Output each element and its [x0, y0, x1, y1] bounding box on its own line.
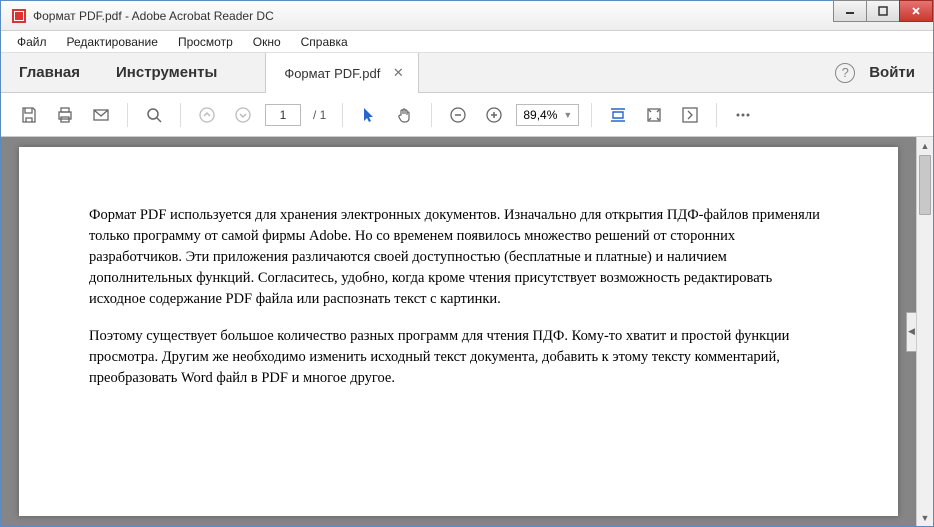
page-total: / 1 [309, 108, 330, 122]
more-tools-icon[interactable] [729, 101, 757, 129]
pdf-page: Формат PDF используется для хранения эле… [19, 147, 898, 516]
zoom-select[interactable]: 89,4% ▼ [516, 104, 579, 126]
scrollbar-thumb[interactable] [919, 155, 931, 215]
scroll-up-icon[interactable]: ▲ [917, 137, 933, 154]
window-title: Формат PDF.pdf - Adobe Acrobat Reader DC [33, 9, 834, 23]
paragraph-1: Формат PDF используется для хранения эле… [89, 205, 828, 310]
email-icon[interactable] [87, 101, 115, 129]
zoom-out-icon[interactable] [444, 101, 472, 129]
hand-tool-icon[interactable] [391, 101, 419, 129]
menu-window[interactable]: Окно [245, 33, 289, 51]
tab-tools[interactable]: Инструменты [98, 53, 235, 92]
window-controls [834, 1, 933, 30]
print-icon[interactable] [51, 101, 79, 129]
zoom-in-icon[interactable] [480, 101, 508, 129]
app-icon [11, 8, 27, 24]
help-icon[interactable]: ? [835, 63, 855, 83]
toolbar: / 1 89,4% ▼ [1, 93, 933, 137]
minimize-button[interactable] [833, 0, 867, 22]
vertical-scrollbar[interactable]: ▲ ▼ [916, 137, 933, 526]
select-tool-icon[interactable] [355, 101, 383, 129]
menubar: Файл Редактирование Просмотр Окно Справк… [1, 31, 933, 53]
menu-view[interactable]: Просмотр [170, 33, 241, 51]
login-button[interactable]: Войти [869, 64, 915, 81]
page-viewport[interactable]: Формат PDF используется для хранения эле… [1, 137, 916, 526]
fit-page-icon[interactable] [640, 101, 668, 129]
tab-document-label: Формат PDF.pdf [284, 66, 380, 81]
menu-help[interactable]: Справка [293, 33, 356, 51]
search-icon[interactable] [140, 101, 168, 129]
tabbar: Главная Инструменты Формат PDF.pdf ✕ ? В… [1, 53, 933, 93]
zoom-value: 89,4% [523, 108, 557, 122]
fullscreen-icon[interactable] [676, 101, 704, 129]
menu-file[interactable]: Файл [9, 33, 55, 51]
tab-home[interactable]: Главная [1, 53, 98, 92]
save-icon[interactable] [15, 101, 43, 129]
titlebar: Формат PDF.pdf - Adobe Acrobat Reader DC [1, 1, 933, 31]
page-number-input[interactable] [265, 104, 301, 126]
menu-edit[interactable]: Редактирование [59, 33, 166, 51]
right-panel-handle[interactable]: ◀ [906, 312, 916, 352]
paragraph-2: Поэтому существует большое количество ра… [89, 326, 828, 389]
fit-width-icon[interactable] [604, 101, 632, 129]
close-button[interactable] [899, 0, 933, 22]
tab-document[interactable]: Формат PDF.pdf ✕ [265, 53, 419, 93]
tab-close-icon[interactable]: ✕ [390, 65, 406, 81]
content-area: ▶ Формат PDF используется для хранения э… [1, 137, 933, 526]
page-up-icon[interactable] [193, 101, 221, 129]
scroll-down-icon[interactable]: ▼ [917, 509, 933, 526]
maximize-button[interactable] [866, 0, 900, 22]
page-down-icon[interactable] [229, 101, 257, 129]
chevron-down-icon: ▼ [563, 110, 572, 120]
app-window: Формат PDF.pdf - Adobe Acrobat Reader DC… [0, 0, 934, 527]
